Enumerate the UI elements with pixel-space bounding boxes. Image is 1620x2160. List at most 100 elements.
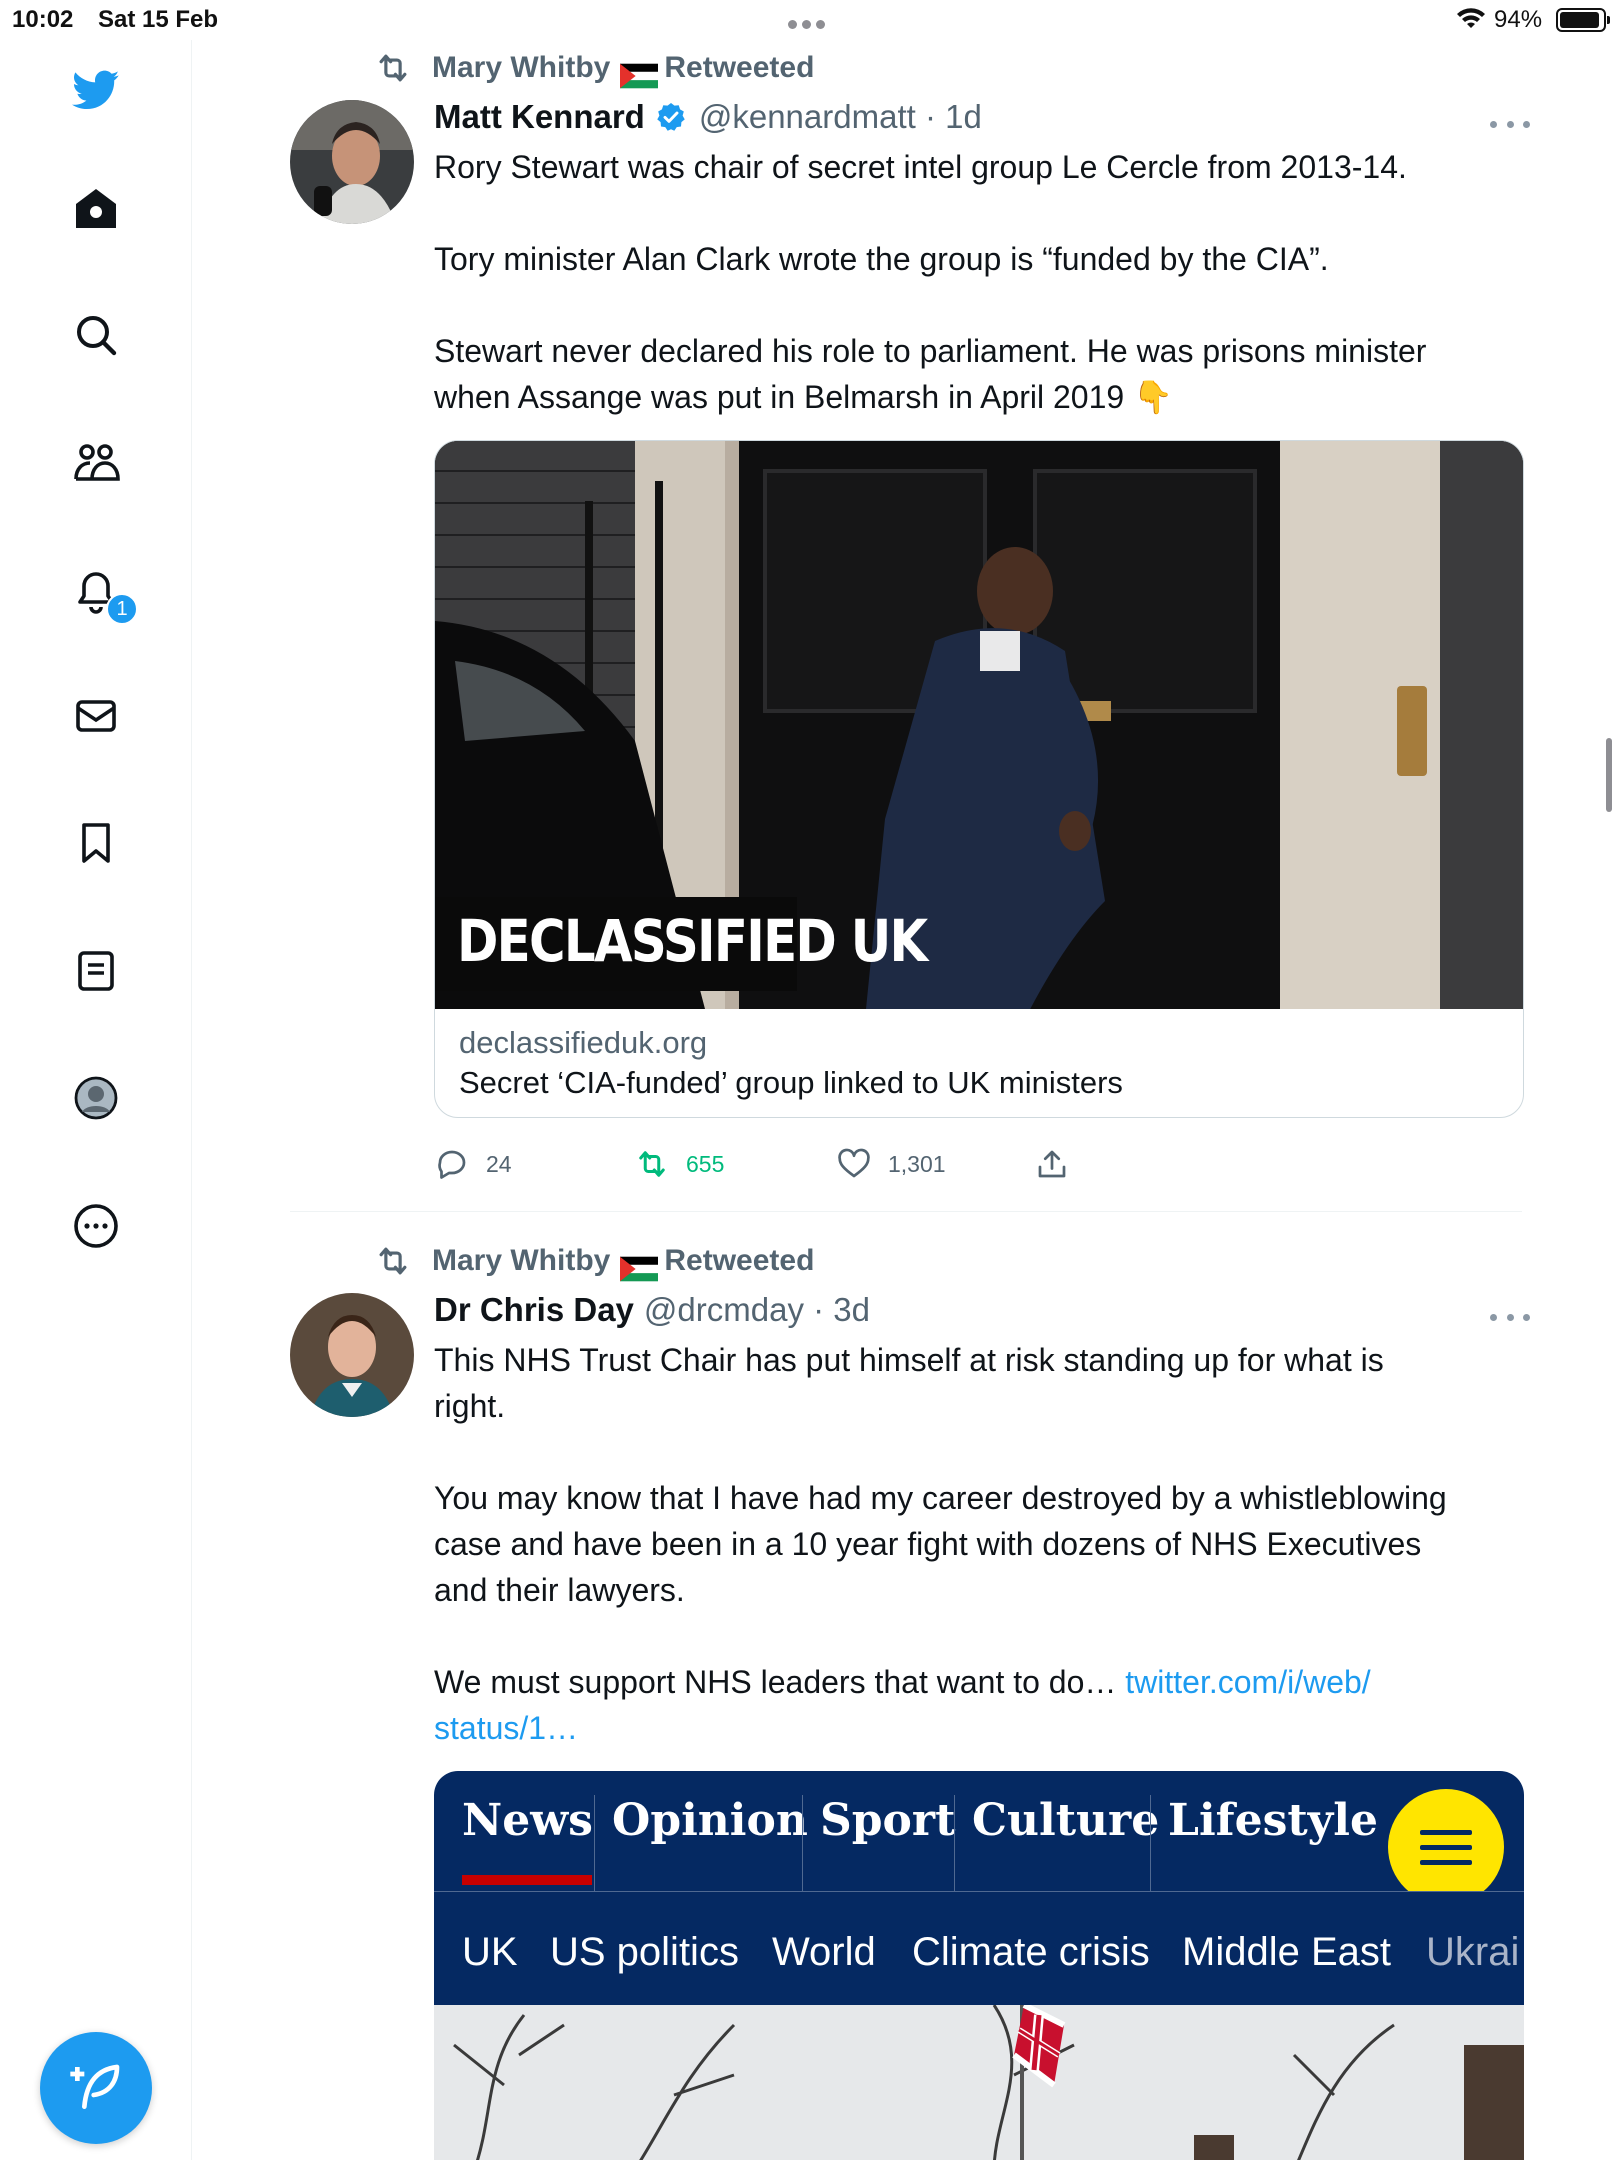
subnav-item: US politics xyxy=(550,1930,739,1974)
retweeted-label: Retweeted xyxy=(664,1244,815,1277)
subnav-item: Ukrai xyxy=(1426,1930,1520,1974)
compose-tweet-button[interactable] xyxy=(40,2032,152,2144)
palestine-flag-icon xyxy=(620,57,659,89)
tweet-text-line xyxy=(434,1613,1524,1659)
status-date: Sat 15 Feb xyxy=(98,6,219,33)
communities-icon[interactable] xyxy=(66,433,126,493)
card-meta: declassifieduk.org Secret ‘CIA-funded’ g… xyxy=(435,1009,1523,1117)
subnav-item: World xyxy=(772,1930,876,1974)
more-icon[interactable] xyxy=(66,1196,126,1256)
guardian-photo xyxy=(434,2005,1524,2160)
pillar-lifestyle: Lifestyle xyxy=(1168,1795,1378,1846)
pillar-divider xyxy=(802,1795,803,1891)
retweet-icon xyxy=(379,54,407,82)
tweet-text-line: Stewart never declared his role to parli… xyxy=(434,333,1427,369)
search-icon[interactable] xyxy=(66,305,126,365)
tweet[interactable]: Mary Whitby Retweeted Dr Chris Day @drcm… xyxy=(290,1241,1530,2160)
tweet-actions: 24 655 1,301 xyxy=(434,1146,1134,1186)
battery-percent: 94% xyxy=(1494,6,1543,33)
retweeter-name[interactable]: Mary Whitby xyxy=(432,1244,610,1278)
bookmarks-icon[interactable] xyxy=(66,813,126,873)
tweet-text-line: right. xyxy=(434,1388,506,1424)
card-image: DECLASSIFIED UK xyxy=(435,441,1523,1009)
tweet[interactable]: Mary Whitby Retweeted Matt Kennard @kenn… xyxy=(290,48,1530,1208)
card-title: Secret ‘CIA-funded’ group linked to UK m… xyxy=(459,1065,1123,1100)
tweet-link[interactable]: twitter.com/i/web/ xyxy=(1125,1664,1370,1700)
sidebar: 1 xyxy=(0,40,192,2160)
subnav-item: UK xyxy=(462,1930,518,1974)
tweet-header: Dr Chris Day @drcmday · 3d xyxy=(434,1291,870,1329)
subnav-item: Climate crisis xyxy=(912,1930,1150,1974)
hamburger-menu-icon xyxy=(1388,1789,1504,1905)
battery-icon xyxy=(1556,8,1610,32)
tweet-text: Rory Stewart was chair of secret intel g… xyxy=(434,144,1524,420)
like-button[interactable]: 1,301 xyxy=(836,1146,946,1182)
compose-tweet-icon xyxy=(70,2064,120,2109)
heart-icon xyxy=(838,1148,870,1178)
tweet-text-line xyxy=(434,282,1524,328)
guardian-card[interactable]: News Opinion Sport Culture Lifestyle UK … xyxy=(434,1771,1524,2160)
pillar-culture: Culture xyxy=(972,1795,1160,1846)
lists-icon[interactable] xyxy=(66,941,126,1001)
tweet-text-line: and their lawyers. xyxy=(434,1572,685,1608)
retweet-context: Mary Whitby Retweeted xyxy=(374,48,815,89)
pillar-sport: Sport xyxy=(820,1795,956,1846)
reply-button[interactable]: 24 xyxy=(434,1146,512,1182)
status-bar: 10:02 Sat 15 Feb 94% xyxy=(0,0,1620,40)
tweet-text-line: We must support NHS leaders that want to… xyxy=(434,1664,1126,1700)
card-image-caption: DECLASSIFIED UK xyxy=(457,907,928,975)
link-card[interactable]: DECLASSIFIED UK declassifieduk.org Secre… xyxy=(434,440,1524,1118)
retweet-icon xyxy=(379,1247,407,1275)
retweeter-name[interactable]: Mary Whitby xyxy=(432,51,610,85)
retweet-button[interactable]: 655 xyxy=(634,1146,724,1182)
tweet-more-icon[interactable] xyxy=(1490,1307,1530,1327)
retweet-icon xyxy=(639,1151,665,1177)
tweet-more-icon[interactable] xyxy=(1490,114,1530,134)
wifi-icon xyxy=(1456,6,1486,39)
home-icon[interactable] xyxy=(66,178,126,238)
twitter-logo-icon[interactable] xyxy=(66,60,126,120)
tweet-text-line xyxy=(434,1429,1524,1475)
tweet-text: This NHS Trust Chair has put himself at … xyxy=(434,1337,1524,1751)
card-domain: declassifieduk.org xyxy=(459,1025,708,1060)
avatar[interactable] xyxy=(290,1293,414,1417)
scroll-indicator[interactable] xyxy=(1606,738,1612,812)
reply-icon xyxy=(438,1150,466,1179)
handle-and-time: @kennardmatt · 1d xyxy=(698,98,982,135)
multitasking-dots-icon[interactable] xyxy=(788,8,832,29)
author-name[interactable]: Matt Kennard xyxy=(434,98,645,136)
status-time: 10:02 xyxy=(12,6,74,33)
pillar-divider xyxy=(1150,1795,1151,1891)
author-name[interactable]: Dr Chris Day xyxy=(434,1291,634,1329)
retweet-context: Mary Whitby Retweeted xyxy=(374,1241,815,1282)
guardian-pillars: News Opinion Sport Culture Lifestyle xyxy=(434,1771,1524,1905)
handle-and-time: @drcmday · 3d xyxy=(643,1291,870,1328)
tweet-header: Matt Kennard @kennardmatt · 1d xyxy=(434,98,982,136)
tweet-text-line: Rory Stewart was chair of secret intel g… xyxy=(434,149,1407,185)
share-button[interactable] xyxy=(1034,1146,1086,1182)
tweet-divider xyxy=(290,1211,1522,1212)
retweeted-label: Retweeted xyxy=(664,51,815,84)
share-icon xyxy=(1038,1150,1066,1178)
tweet-text-line: Tory minister Alan Clark wrote the group… xyxy=(434,241,1329,277)
tweet-text-line xyxy=(434,190,1524,236)
like-count: 1,301 xyxy=(888,1150,946,1177)
pillar-opinion: Opinion xyxy=(612,1795,808,1846)
pillar-divider xyxy=(594,1795,595,1891)
notifications-badge: 1 xyxy=(106,593,138,625)
verified-badge-icon xyxy=(657,103,685,131)
subnav-item: Middle East xyxy=(1182,1930,1391,1974)
tweet-link-continued[interactable]: status/1… xyxy=(434,1705,1524,1751)
tweet-text-line: case and have been in a 10 year fight wi… xyxy=(434,1526,1422,1562)
profile-icon[interactable] xyxy=(66,1068,126,1128)
guardian-subnav: UK US politics World Climate crisis Midd… xyxy=(434,1891,1524,2005)
tweet-text-line: when Assange was put in Belmarsh in Apri… xyxy=(434,379,1173,415)
pillar-news: News xyxy=(462,1795,593,1846)
retweet-count: 655 xyxy=(686,1150,725,1177)
pillar-divider xyxy=(954,1795,955,1891)
avatar[interactable] xyxy=(290,100,414,224)
messages-icon[interactable] xyxy=(66,686,126,746)
tweet-text-line: You may know that I have had my career d… xyxy=(434,1480,1447,1516)
active-pillar-underline xyxy=(462,1875,592,1885)
palestine-flag-icon xyxy=(620,1250,659,1282)
